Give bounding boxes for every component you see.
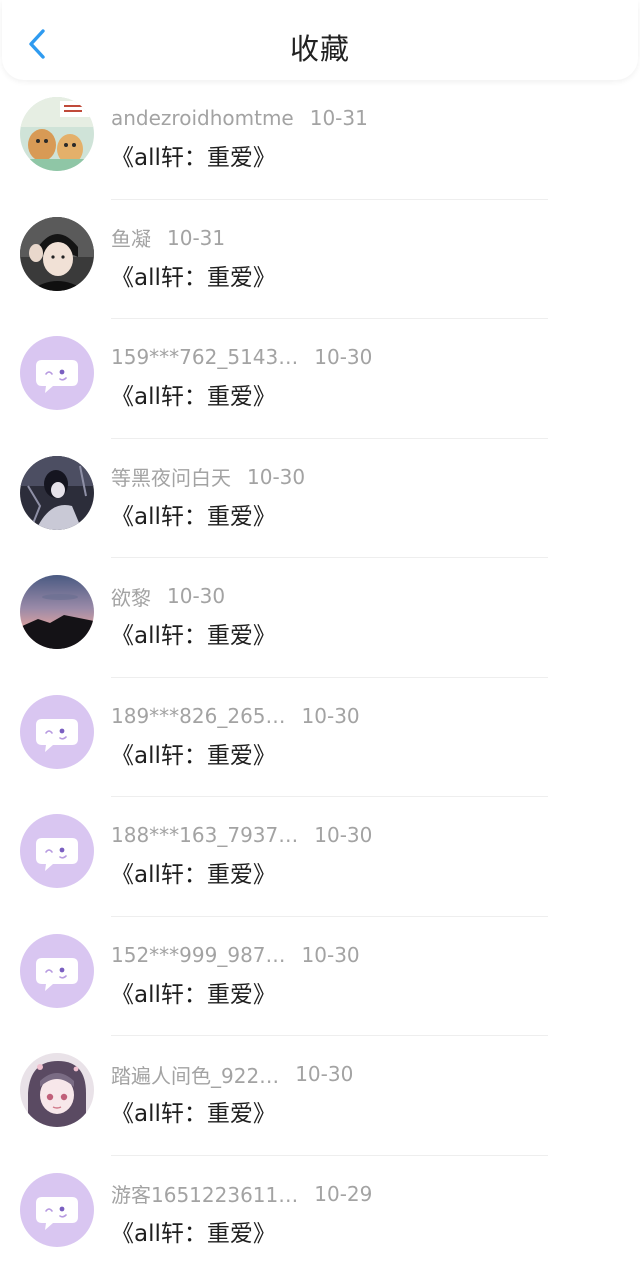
avatar[interactable] [20,575,94,649]
username[interactable]: 鱼凝 [111,223,151,252]
list-item[interactable]: 游客1651223611… 10-29 《all轩：重爱》 [0,1156,640,1262]
top-nav-bar: 收藏 [2,0,638,80]
avatar[interactable] [20,1172,94,1247]
username[interactable]: 等黑夜问白天 [111,462,231,491]
avatar[interactable] [20,455,94,530]
avatar[interactable] [20,336,94,410]
avatar[interactable] [20,97,94,171]
username[interactable]: 152***999_987… [111,943,286,967]
item-title[interactable]: 《all轩：重爱》 [111,1094,276,1128]
username[interactable]: 欲黎 [111,582,151,611]
avatar[interactable] [20,216,94,291]
date-label: 10-29 [314,1181,373,1206]
avatar[interactable] [20,1053,94,1127]
item-title[interactable]: 《all轩：重爱》 [111,1214,276,1248]
username[interactable]: 游客1651223611… [111,1179,298,1208]
item-meta: 欲黎 10-30 [111,582,226,611]
list-item[interactable]: 152***999_987… 10-30 《all轩：重爱》 [0,917,640,1036]
date-label: 10-30 [301,703,360,728]
default-chat-icon [20,694,94,769]
cartoon-photo-avatar [20,97,94,171]
page-title: 收藏 [289,32,350,66]
list-item[interactable]: 159***762_5143… 10-30 《all轩：重爱》 [0,319,640,439]
avatar[interactable] [20,694,94,769]
date-label: 10-31 [309,106,368,130]
date-label: 10-31 [167,225,226,250]
item-title[interactable]: 《all轩：重爱》 [111,497,276,531]
sunset-photo-avatar [20,575,94,649]
person-photo-avatar [20,216,94,291]
item-title[interactable]: 《all轩：重爱》 [111,138,276,172]
item-title[interactable]: 《all轩：重爱》 [111,377,276,411]
default-chat-icon [20,1172,94,1247]
list-item[interactable]: 188***163_7937… 10-30 《all轩：重爱》 [0,797,640,917]
item-meta: 159***762_5143… 10-30 [111,344,372,370]
item-meta: 鱼凝 10-31 [111,223,226,252]
username[interactable]: 188***163_7937… [111,823,298,847]
item-title[interactable]: 《all轩：重爱》 [111,855,276,889]
item-meta: 189***826_265… 10-30 [111,703,360,729]
username[interactable]: andezroidhomtme [111,106,294,130]
item-meta: andezroidhomtme 10-31 [111,105,368,131]
date-label: 10-30 [314,823,373,847]
item-meta: 188***163_7937… 10-30 [111,822,372,848]
default-chat-icon [20,336,94,410]
avatar[interactable] [20,814,94,888]
item-title[interactable]: 《all轩：重爱》 [111,975,276,1009]
list-item[interactable]: 189***826_265… 10-30 《all轩：重爱》 [0,678,640,797]
date-label: 10-30 [301,942,360,967]
item-title[interactable]: 《all轩：重爱》 [111,258,276,292]
date-label: 10-30 [314,345,373,369]
anime-photo-avatar [20,1053,94,1127]
username[interactable]: 踏遍人间色_922… [111,1060,279,1089]
item-meta: 踏遍人间色_922… 10-30 [111,1060,354,1089]
item-title[interactable]: 《all轩：重爱》 [111,736,276,770]
avatar[interactable] [20,933,94,1008]
item-meta: 等黑夜问白天 10-30 [111,462,306,491]
username[interactable]: 189***826_265… [111,704,286,728]
list-item[interactable]: andezroidhomtme 10-31 《all轩：重爱》 [0,80,640,200]
date-label: 10-30 [247,464,306,489]
item-title[interactable]: 《all轩：重爱》 [111,616,276,650]
item-meta: 152***999_987… 10-30 [111,942,360,968]
default-chat-icon [20,814,94,888]
list-item[interactable]: 踏遍人间色_922… 10-30 《all轩：重爱》 [0,1036,640,1156]
date-label: 10-30 [167,584,226,608]
favorites-page: 收藏 andezroidhomtme 10-31 《all轩：重爱》 鱼凝 10… [0,0,640,1262]
username[interactable]: 159***762_5143… [111,345,298,369]
item-meta: 游客1651223611… 10-29 [111,1179,373,1208]
list-item[interactable]: 等黑夜问白天 10-30 《all轩：重爱》 [0,439,640,558]
default-chat-icon [20,933,94,1008]
date-label: 10-30 [295,1062,354,1086]
favorites-list: andezroidhomtme 10-31 《all轩：重爱》 鱼凝 10-31… [0,80,640,1262]
list-item[interactable]: 鱼凝 10-31 《all轩：重爱》 [0,200,640,319]
dark-photo-avatar [20,455,94,530]
list-item[interactable]: 欲黎 10-30 《all轩：重爱》 [0,558,640,678]
